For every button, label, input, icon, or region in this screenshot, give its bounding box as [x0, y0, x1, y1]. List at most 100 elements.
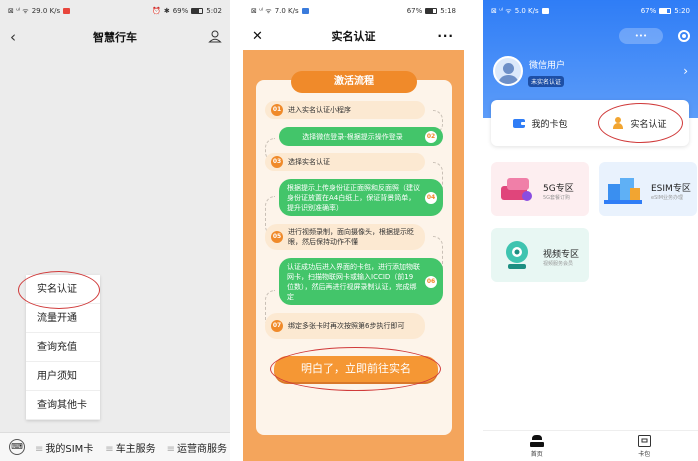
- esim-icon: [604, 178, 642, 204]
- tile-5g[interactable]: 5G专区 5G套餐订购: [491, 162, 589, 216]
- step-number: 01: [271, 104, 283, 116]
- more-capsule-button[interactable]: •••: [619, 28, 663, 44]
- menu-item-other-card[interactable]: 查询其他卡: [26, 391, 100, 420]
- tab-home[interactable]: 首页: [483, 431, 591, 461]
- step-number: 06: [425, 275, 437, 288]
- step-3: 03 选择实名认证: [265, 153, 425, 171]
- tab-car-owner[interactable]: ≡ 车主服务: [97, 440, 163, 455]
- step-number: 03: [271, 156, 283, 168]
- battery-percent: 67%: [640, 7, 657, 15]
- step-7: 07 绑定多张卡时再次按照第6步执行即可: [265, 313, 425, 339]
- status-badge: 未实名认证: [528, 76, 565, 87]
- menu-icon: ≡: [105, 443, 114, 455]
- battery-percent: 69%: [172, 7, 189, 15]
- step-2: 选择微信登录-根据提示操作登录 02: [279, 127, 443, 146]
- tile-title: ESIM专区: [651, 184, 691, 194]
- step-text: 根据提示上传身份证正面照和反面照（建议身份证放置在A4白纸上，保证背景简单，提升…: [287, 183, 420, 212]
- tile-title: 5G专区: [543, 184, 574, 194]
- status-bar: ⊠ ᵘˡ ᯤ 29.0 K/s ⏰ ✱ 69% 5:02: [0, 0, 230, 22]
- alarm-icon: ⏰: [152, 7, 161, 15]
- step-6: 认证成功后进入界面的卡包，进行添加物联网卡，扫描物联网卡或输入ICCID（前19…: [279, 258, 443, 305]
- nav-bar: ‹ 智慧行车: [0, 22, 230, 52]
- close-icon[interactable]: ✕: [252, 29, 263, 44]
- app-notification-icon: [541, 8, 549, 14]
- status-bar: ⊠ ᵘˡ ᯤ 7.0 K/s 67% 5:18: [243, 0, 464, 22]
- battery-icon: [425, 8, 438, 14]
- person-icon[interactable]: [208, 29, 222, 43]
- back-arrow-icon[interactable]: ‹: [10, 28, 16, 46]
- step-text: 选择实名认证: [288, 158, 330, 166]
- tile-esim[interactable]: ESIM专区 eSIM业务办理: [599, 162, 697, 216]
- home-icon: [529, 434, 544, 447]
- camera-icon: [506, 241, 528, 269]
- tab-wallet[interactable]: 卡包: [591, 431, 698, 461]
- panel-smart-driving: ⊠ ᵘˡ ᯤ 29.0 K/s ⏰ ✱ 69% 5:02 ‹ 智慧行车 实名认证…: [0, 0, 230, 461]
- keyboard-icon[interactable]: ⌨: [9, 439, 25, 455]
- my-wallet-button[interactable]: 我的卡包: [491, 117, 590, 130]
- wallet-icon: [513, 118, 527, 128]
- username: 微信用户: [529, 61, 566, 71]
- battery-icon: [659, 8, 672, 14]
- step-text: 进行视频录制，面向摄像头，根据提示眨眼，然后保持动作不懂: [288, 228, 414, 246]
- nav-bar: ✕ 实名认证 ···: [243, 22, 464, 50]
- battery-percent: 67%: [406, 7, 423, 15]
- highlight-circle: [18, 271, 100, 309]
- bluetooth-icon: ✱: [163, 7, 170, 15]
- menu-item-user-notice[interactable]: 用户须知: [26, 362, 100, 391]
- net-speed: 29.0 K/s: [31, 7, 61, 15]
- flow-banner: 激活流程: [291, 71, 417, 93]
- app-notification-icon: [63, 8, 71, 14]
- chevron-right-icon[interactable]: ›: [683, 64, 688, 78]
- net-speed: 7.0 K/s: [274, 7, 299, 15]
- step-text: 选择微信登录-根据提示操作登录: [302, 132, 403, 141]
- step-5: 05 进行视频录制，面向摄像头，根据提示眨眼，然后保持动作不懂: [265, 224, 425, 250]
- tab-my-sim[interactable]: ≡ 我的SIM卡: [31, 440, 97, 455]
- app-notification-icon: [301, 8, 309, 14]
- tab-label: 运营商服务: [177, 443, 228, 455]
- tab-label: 卡包: [638, 450, 651, 458]
- clock: 5:20: [674, 7, 690, 15]
- step-1: 01 进入实名认证小程序: [265, 101, 425, 119]
- tab-label: 我的SIM卡: [45, 443, 94, 455]
- tile-subtitle: eSIM业务办理: [651, 195, 684, 201]
- step-number: 07: [271, 320, 283, 332]
- signal-icons: ⊠ ᵘˡ ᯤ: [251, 6, 272, 15]
- menu-item-recharge[interactable]: 查询充值: [26, 333, 100, 362]
- highlight-circle: [598, 103, 683, 143]
- step-text: 进入实名认证小程序: [288, 106, 351, 114]
- highlight-circle: [270, 347, 441, 391]
- menu-icon: ≡: [166, 443, 176, 455]
- target-icon[interactable]: [678, 30, 690, 42]
- step-number: 04: [425, 191, 437, 204]
- bottom-menu-bar: ⌨ ≡ 我的SIM卡 ≡ 车主服务 ≡ 运营商服务: [0, 432, 230, 461]
- more-icon[interactable]: ···: [437, 29, 454, 43]
- tile-title: 视频专区: [543, 250, 580, 260]
- panel-mini-program-home: ⊠ ᵘˡ ᯤ 5.0 K/s 67% 5:20 ••• 微信用户 未实名认证 ›…: [483, 0, 698, 461]
- clock: 5:18: [440, 7, 456, 15]
- net-speed: 5.0 K/s: [514, 7, 539, 15]
- step-text: 绑定多张卡时再次按照第6步执行即可: [288, 322, 405, 330]
- step-number: 05: [271, 231, 283, 243]
- tab-operator[interactable]: ≡ 运营商服务: [164, 440, 230, 455]
- step-text: 认证成功后进入界面的卡包，进行添加物联网卡，扫描物联网卡或输入ICCID（前19…: [287, 262, 420, 301]
- page-title: 实名认证: [331, 30, 376, 43]
- signal-icons: ⊠ ᵘˡ ᯤ: [8, 6, 29, 15]
- tab-label: 首页: [530, 450, 543, 458]
- signal-icons: ⊠ ᵘˡ ᯤ: [491, 6, 512, 15]
- page-title: 智慧行车: [93, 31, 137, 44]
- bottom-tab-bar: 首页 卡包: [483, 430, 698, 461]
- tile-video[interactable]: 视频专区 视频服务会员: [491, 228, 589, 282]
- tile-subtitle: 5G套餐订购: [543, 195, 571, 201]
- step-number: 02: [425, 130, 437, 143]
- quick-label: 我的卡包: [531, 119, 568, 130]
- tab-label: 车主服务: [115, 443, 156, 455]
- panel-activation-flow: ⊠ ᵘˡ ᯤ 7.0 K/s 67% 5:18 ✕ 实名认证 ··· 激活流程 …: [243, 0, 464, 461]
- 5g-icon: [501, 178, 532, 201]
- clock: 5:02: [206, 7, 222, 15]
- avatar: [493, 56, 523, 86]
- battery-icon: [191, 8, 204, 14]
- tile-subtitle: 视频服务会员: [543, 261, 574, 267]
- step-4: 根据提示上传身份证正面照和反面照（建议身份证放置在A4白纸上，保证背景简单，提升…: [279, 179, 443, 216]
- card-wallet-icon: [637, 434, 651, 447]
- menu-icon: ≡: [35, 443, 44, 455]
